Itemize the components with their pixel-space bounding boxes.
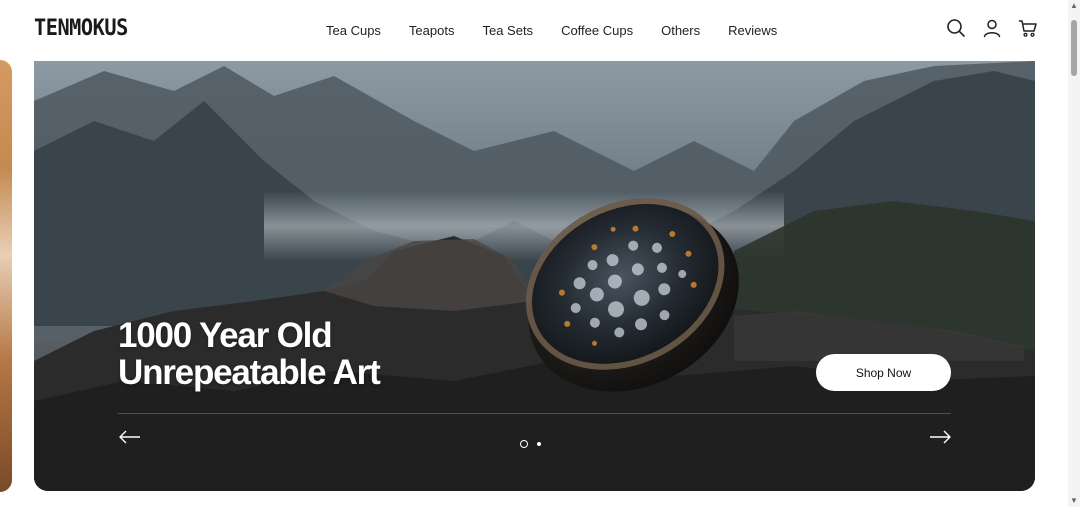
arrow-right-icon[interactable]: [928, 427, 952, 447]
nav-reviews[interactable]: Reviews: [728, 23, 777, 38]
scrollbar-thumb[interactable]: [1071, 20, 1077, 76]
hero-headline-line2: Unrepeatable Art: [118, 353, 381, 392]
brand-logo[interactable]: TENMOKUS: [34, 16, 128, 41]
nav-teapots[interactable]: Teapots: [409, 23, 455, 38]
header-icons: [946, 18, 1038, 38]
page-scrollbar[interactable]: ▲ ▼: [1068, 0, 1080, 507]
hero-headline: 1000 Year Old Unrepeatable Art: [118, 316, 381, 392]
slide-indicators: [520, 440, 541, 448]
arrow-left-icon[interactable]: [118, 427, 142, 447]
nav-tea-sets[interactable]: Tea Sets: [482, 23, 533, 38]
hero-headline-line1: 1000 Year Old: [118, 316, 333, 355]
hero-banner: 1000 Year Old Unrepeatable Art Shop Now: [34, 61, 1035, 491]
nav-tea-cups[interactable]: Tea Cups: [326, 23, 381, 38]
site-header: TENMOKUS Tea Cups Teapots Tea Sets Coffe…: [0, 0, 1068, 60]
search-icon[interactable]: [946, 18, 966, 38]
nav-others[interactable]: Others: [661, 23, 700, 38]
previous-slide-peek[interactable]: [0, 60, 12, 492]
slide-dot-2[interactable]: [537, 442, 541, 446]
main-nav: Tea Cups Teapots Tea Sets Coffee Cups Ot…: [312, 0, 791, 60]
scroll-down-arrow-icon[interactable]: ▼: [1070, 497, 1078, 505]
hero-background-image: [34, 61, 1035, 491]
slide-dot-1[interactable]: [520, 440, 528, 448]
nav-coffee-cups[interactable]: Coffee Cups: [561, 23, 633, 38]
shop-now-button[interactable]: Shop Now: [816, 354, 951, 391]
account-icon[interactable]: [982, 18, 1002, 38]
cart-icon[interactable]: [1018, 18, 1038, 38]
hero-divider: [118, 413, 951, 414]
scroll-up-arrow-icon[interactable]: ▲: [1070, 2, 1078, 10]
